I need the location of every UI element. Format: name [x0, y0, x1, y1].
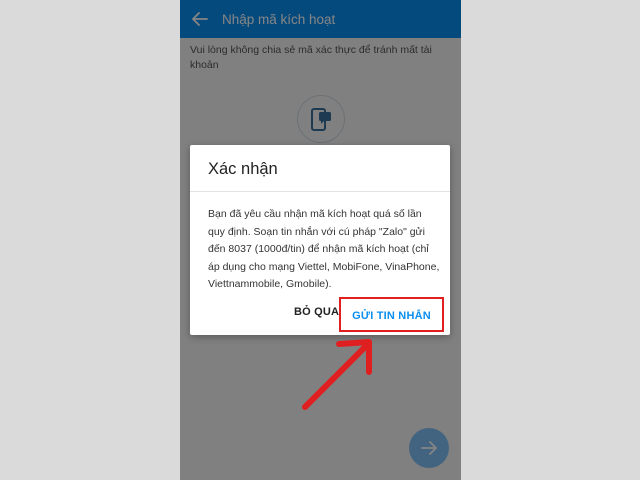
pointer-arrow-icon: [302, 339, 372, 410]
dialog-title: Xác nhận: [208, 160, 278, 178]
skip-button[interactable]: BỎ QUA: [294, 306, 339, 318]
dialog-message: Bạn đã yêu cầu nhận mã kích hoạt quá số …: [208, 208, 440, 290]
highlight-box: [339, 297, 444, 332]
dialog-divider: [190, 191, 450, 192]
